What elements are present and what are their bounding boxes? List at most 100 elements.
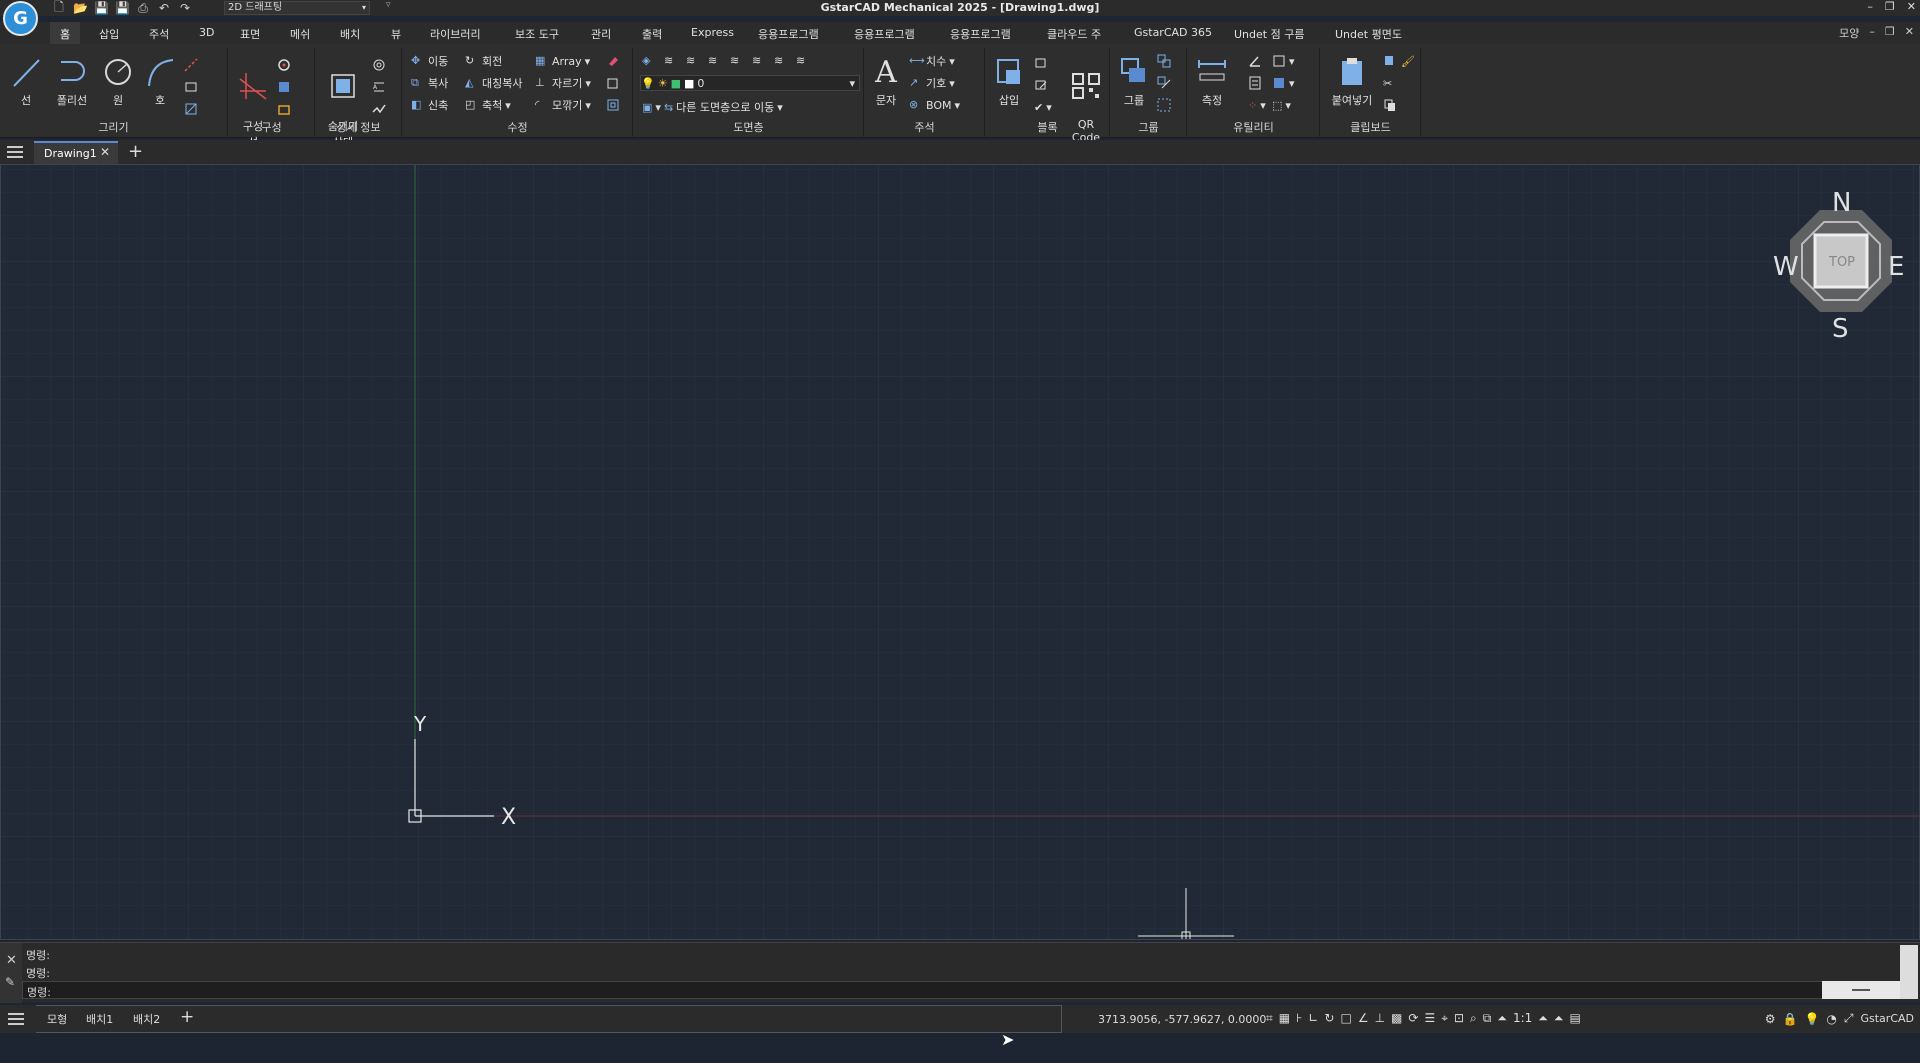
close-button[interactable]: ✕ — [1907, 0, 1916, 13]
bom-button[interactable]: ⊗ BOM ▾ — [909, 96, 960, 114]
cut-icon[interactable]: ✂ — [1383, 74, 1392, 92]
selection-cycling-icon[interactable]: ⟳ — [1408, 1011, 1418, 1026]
command-scroll-handle[interactable] — [1822, 981, 1902, 999]
layer-isolate-icon[interactable]: ≋ — [686, 54, 700, 68]
annotation-monitor-icon[interactable]: ⌖ — [1441, 1011, 1448, 1026]
group-button[interactable]: 그룹 — [1117, 56, 1151, 108]
panel-draw-title[interactable]: 그리기 — [0, 119, 227, 135]
tab-view[interactable]: 뷰 — [391, 26, 401, 42]
ucs-dynamic-icon[interactable]: ∟ — [1308, 1011, 1318, 1026]
add-layout-button[interactable]: + — [180, 1007, 194, 1027]
panel-group-title[interactable]: 그룹 — [1111, 119, 1186, 135]
quick-properties-icon[interactable]: ⊡ — [1454, 1011, 1464, 1026]
arc-button[interactable]: 호 — [143, 56, 177, 108]
select-window-icon[interactable]: ⬚ ▾ — [1272, 96, 1291, 114]
tab-applications-3[interactable]: 응용프로그램 — [950, 26, 1011, 42]
viewport-icon[interactable]: ⧉ — [1483, 1011, 1492, 1026]
symbol-button[interactable]: ↗ 기호 ▾ — [909, 74, 955, 92]
layout-menu-icon[interactable] — [8, 1013, 24, 1025]
close-icon[interactable]: ✕ — [6, 953, 17, 968]
mirror-button[interactable]: ◭ 대칭복사 — [465, 74, 522, 92]
add-tab-button[interactable]: + — [128, 141, 143, 162]
object-snap-icon[interactable]: □ — [1340, 1011, 1351, 1026]
panel-construct-title[interactable]: 구성 — [229, 119, 314, 135]
doc-close-button[interactable]: ✕ — [1905, 25, 1914, 41]
match-properties-icon[interactable]: 🖌 — [1401, 52, 1415, 70]
paste-button[interactable]: 붙여넣기 — [1327, 56, 1377, 108]
edit-block-icon[interactable] — [1034, 76, 1048, 94]
viewcube-top-label[interactable]: TOP — [1828, 255, 1855, 270]
cursor-coordinates[interactable]: 3713.9056, -577.9627, 0.0000 — [1098, 1013, 1266, 1026]
hatch-icon[interactable] — [184, 100, 198, 118]
lightbulb-icon[interactable]: 💡 — [1804, 1012, 1819, 1026]
annotation-visibility-icon[interactable]: ⏶ — [1538, 1011, 1548, 1026]
fillet-button[interactable]: ◜ 모깎기 ▾ — [535, 96, 591, 114]
copy-base-icon[interactable] — [1383, 96, 1397, 114]
point-style-icon[interactable]: ⁘ ▾ — [1248, 96, 1266, 114]
tab-auxiliary[interactable]: 보조 도구 — [515, 26, 559, 42]
compass-s[interactable]: S — [1832, 314, 1849, 344]
quick-select-icon[interactable]: ▾ — [1272, 74, 1295, 92]
stretch-button[interactable]: ◧ 신축 — [411, 96, 448, 114]
ray-icon[interactable] — [184, 56, 198, 74]
layer-match-icon[interactable]: ≋ — [752, 54, 766, 68]
panel-modify-title[interactable]: 수정 — [403, 119, 632, 135]
circle-button[interactable]: 원 — [100, 56, 136, 108]
dynamic-input-icon[interactable]: ⊥ — [1375, 1011, 1385, 1026]
tab-layout1[interactable]: 배치1 — [86, 1011, 113, 1027]
move-button[interactable]: ✥ 이동 — [411, 52, 448, 70]
transparency-icon[interactable]: ▩ — [1391, 1011, 1402, 1026]
create-block-icon[interactable] — [1034, 54, 1048, 72]
tab-undet-point-cloud[interactable]: Undet 점 구름 — [1234, 26, 1304, 42]
dimension-button[interactable]: ⟷ 치수 ▾ — [909, 52, 955, 70]
explode-icon[interactable] — [606, 74, 620, 92]
panel-layers-title[interactable]: 도면층 — [634, 119, 863, 135]
layer-on-icon[interactable]: ≋ — [664, 54, 678, 68]
measure-button[interactable]: 측정 — [1196, 56, 1228, 108]
panel-block-title[interactable]: 블록 — [986, 119, 1109, 135]
break-line-icon[interactable] — [372, 100, 386, 118]
attribute-icon[interactable]: ✔ ▾ — [1034, 98, 1052, 116]
compass-w[interactable]: W — [1773, 252, 1799, 282]
clean-screen-icon[interactable]: ⤢ — [1844, 1011, 1854, 1026]
command-input[interactable]: 명령: — [22, 981, 1900, 999]
layer-lock-icon[interactable]: ≋ — [730, 54, 744, 68]
erase-icon[interactable] — [606, 52, 620, 70]
tab-layout2[interactable]: 배치2 — [133, 1011, 160, 1027]
doc-minimize-button[interactable]: – — [1869, 25, 1875, 41]
annotation-scale-icon[interactable]: ⏶ — [1497, 1011, 1507, 1026]
tab-model[interactable]: 모형 — [47, 1011, 67, 1027]
tab-3d[interactable]: 3D — [199, 26, 214, 39]
close-tab-icon[interactable]: ✕ — [100, 145, 110, 159]
drawing-canvas[interactable]: Y X TOP N S W E — [0, 164, 1920, 940]
hide-state-button[interactable]: 숨기기 상태 — [322, 56, 364, 150]
product-name[interactable]: GstarCAD — [1860, 1012, 1914, 1025]
tab-home[interactable]: 홈 — [60, 26, 70, 42]
rectangle-icon[interactable] — [184, 78, 198, 96]
group-edit-icon[interactable] — [1157, 74, 1171, 92]
rotate-button[interactable]: ↻ 회전 — [465, 52, 502, 70]
tab-insert[interactable]: 삽입 — [99, 26, 119, 42]
grid-snap-icon[interactable]: ⌗ — [1266, 1011, 1273, 1026]
tab-output[interactable]: 출력 — [642, 26, 662, 42]
center-mark-icon[interactable] — [277, 56, 291, 74]
layer-previous-icon[interactable]: ≋ — [774, 54, 788, 68]
layer-walk-icon[interactable]: ≋ — [796, 54, 810, 68]
restore-button[interactable]: ❐ — [1885, 0, 1895, 13]
zoom-icon[interactable]: ⌕ — [1470, 1011, 1477, 1026]
app-logo-button[interactable]: G — [3, 1, 38, 36]
polar-tracking-icon[interactable]: ↻ — [1324, 1011, 1334, 1026]
auto-scale-icon[interactable]: ⏶ — [1554, 1011, 1564, 1026]
minimize-button[interactable]: – — [1867, 0, 1873, 13]
annotation-scale[interactable]: 1:1 — [1513, 1011, 1532, 1026]
angle-icon[interactable] — [1248, 52, 1262, 70]
tab-surface[interactable]: 표면 — [240, 26, 260, 42]
tab-layout[interactable]: 배치 — [340, 26, 360, 42]
insert-block-button[interactable]: 삽입 — [992, 56, 1026, 108]
group-select-icon[interactable] — [1157, 96, 1171, 114]
object-tracking-icon[interactable]: ∠ — [1358, 1011, 1369, 1026]
tab-undet-floor-plan[interactable]: Undet 평면도 — [1335, 26, 1402, 42]
panel-detail-title[interactable]: 상세 정보 — [316, 119, 401, 135]
lineweight-icon[interactable]: ☰ — [1424, 1011, 1435, 1026]
detail-view-icon[interactable] — [372, 56, 386, 74]
